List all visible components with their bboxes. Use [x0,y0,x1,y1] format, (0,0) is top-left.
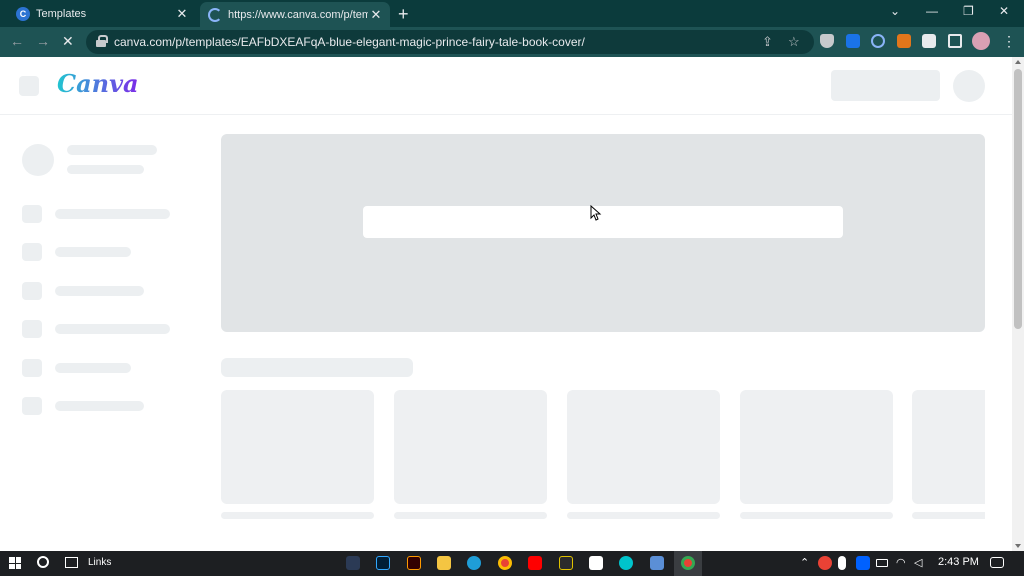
tab-search-icon[interactable]: ⌄ [890,4,900,18]
battery-icon[interactable] [876,559,888,567]
chrome-active-icon[interactable] [681,556,695,570]
canva-page: Canva [0,57,1024,551]
back-button[interactable]: ← [10,33,24,49]
drop-extension-icon[interactable] [871,34,885,48]
browser-menu-icon[interactable]: ⋮ [1002,33,1016,50]
template-card-placeholder[interactable] [567,390,720,504]
sidebar-item-placeholder[interactable] [55,247,131,257]
card-caption-placeholder [912,512,985,519]
sidebar-item-icon-placeholder [22,359,42,377]
url-text[interactable]: canva.com/p/templates/EAFbDXEAFqA-blue-e… [114,35,585,49]
sidebar-item-placeholder[interactable] [55,401,144,411]
browser-tab-bar: C Templates ✕ https://www.canva.com/p/te… [0,0,1024,27]
card-caption-placeholder [740,512,893,519]
edge-icon[interactable] [467,556,481,570]
sidebar-item-placeholder[interactable] [55,324,170,334]
tab-title: https://www.canva.com/p/templ [228,8,368,21]
tab-title: Templates [36,7,87,20]
tray-app-icon[interactable] [818,556,832,570]
notion-icon[interactable] [589,556,603,570]
tab-active-canva[interactable]: https://www.canva.com/p/templ ✕ [200,2,390,27]
card-caption-placeholder [567,512,720,519]
photoshop-icon[interactable] [376,556,390,570]
sidebar-item-placeholder[interactable] [55,363,131,373]
volume-icon[interactable]: ◁ [914,556,922,569]
sidebar-item-icon-placeholder [22,243,42,261]
share-icon[interactable]: ⇪ [762,34,773,50]
app-icon[interactable] [346,556,360,570]
menu-placeholder[interactable] [19,76,39,96]
page-scrollbar[interactable] [1012,57,1024,551]
sidebar-item-icon-placeholder [22,397,42,415]
microphone-icon[interactable] [838,556,846,570]
sidebar-item-icon-placeholder [22,282,42,300]
mouse-cursor-icon [590,204,602,221]
sidebar-item-icon-placeholder [22,320,42,338]
forward-button[interactable]: → [36,33,50,49]
stop-loading-button[interactable]: ✕ [62,33,74,50]
scroll-down-arrow-icon[interactable] [1015,544,1021,548]
audio-extension-icon[interactable] [846,34,860,48]
site-header: Canva [0,57,1012,115]
template-card-placeholder[interactable] [912,390,985,504]
sidebar-icon[interactable] [948,34,962,48]
template-card-placeholder[interactable] [394,390,547,504]
minimize-button[interactable]: — [926,4,938,18]
scroll-up-arrow-icon[interactable] [1015,60,1021,64]
template-card-placeholder[interactable] [221,390,374,504]
windows-taskbar: Links ⌃ ◠ ◁ 2:43 PM [0,551,1024,576]
sidebar-avatar-placeholder [22,144,54,176]
sidebar-item-placeholder[interactable] [55,209,170,219]
tab-templates[interactable]: C Templates ✕ [8,0,196,27]
search-input-placeholder[interactable] [363,206,843,238]
new-tab-button[interactable]: + [398,4,409,25]
profile-avatar[interactable] [972,32,990,50]
bookmark-star-icon[interactable]: ☆ [788,34,800,50]
loading-spinner-icon [208,7,222,22]
restore-button[interactable]: ❐ [963,4,974,18]
app-icon[interactable] [650,556,664,570]
puzzle-extensions-icon[interactable] [922,34,936,48]
search-icon[interactable] [37,556,49,568]
lock-icon [96,35,108,47]
browser-toolbar: ← → ✕ canva.com/p/templates/EAFbDXEAFqA-… [0,27,1024,57]
card-caption-placeholder [394,512,547,519]
template-card-placeholder[interactable] [740,390,893,504]
shield-extension-icon[interactable] [820,34,834,48]
canva-favicon-icon: C [16,6,30,21]
dropbox-icon[interactable] [856,556,870,570]
illustrator-icon[interactable] [407,556,421,570]
notifications-icon[interactable] [990,557,1004,568]
wifi-icon[interactable]: ◠ [896,556,906,569]
sidebar-item-icon-placeholder [22,205,42,223]
clock-time[interactable]: 2:43 PM [938,556,979,568]
links-toolbar-label[interactable]: Links [88,557,111,568]
close-window-button[interactable]: ✕ [999,4,1009,18]
scrollbar-thumb[interactable] [1014,69,1022,329]
section-heading-placeholder [221,358,413,377]
canva-logo[interactable]: Canva [57,69,139,98]
card-caption-placeholder [221,512,374,519]
hero-banner-placeholder [221,134,985,332]
metamask-fox-icon[interactable] [897,34,911,48]
tab-close-icon[interactable]: ✕ [174,6,190,22]
file-explorer-icon[interactable] [437,556,451,570]
header-button-placeholder[interactable] [831,70,940,101]
app-icon[interactable] [559,556,573,570]
tab-close-icon[interactable]: ✕ [368,7,384,23]
task-view-icon[interactable] [65,557,78,568]
youtube-icon[interactable] [528,556,542,570]
sidebar-subtitle-placeholder [67,165,144,174]
show-hidden-icons-icon[interactable]: ⌃ [800,556,809,569]
windows-start-icon[interactable] [9,557,21,569]
address-bar[interactable]: canva.com/p/templates/EAFbDXEAFqA-blue-e… [86,30,814,54]
sidebar-item-placeholder[interactable] [55,286,144,296]
chrome-icon[interactable] [498,556,512,570]
account-avatar-placeholder[interactable] [953,70,985,102]
sidebar-title-placeholder [67,145,157,155]
canva-app-icon[interactable] [619,556,633,570]
